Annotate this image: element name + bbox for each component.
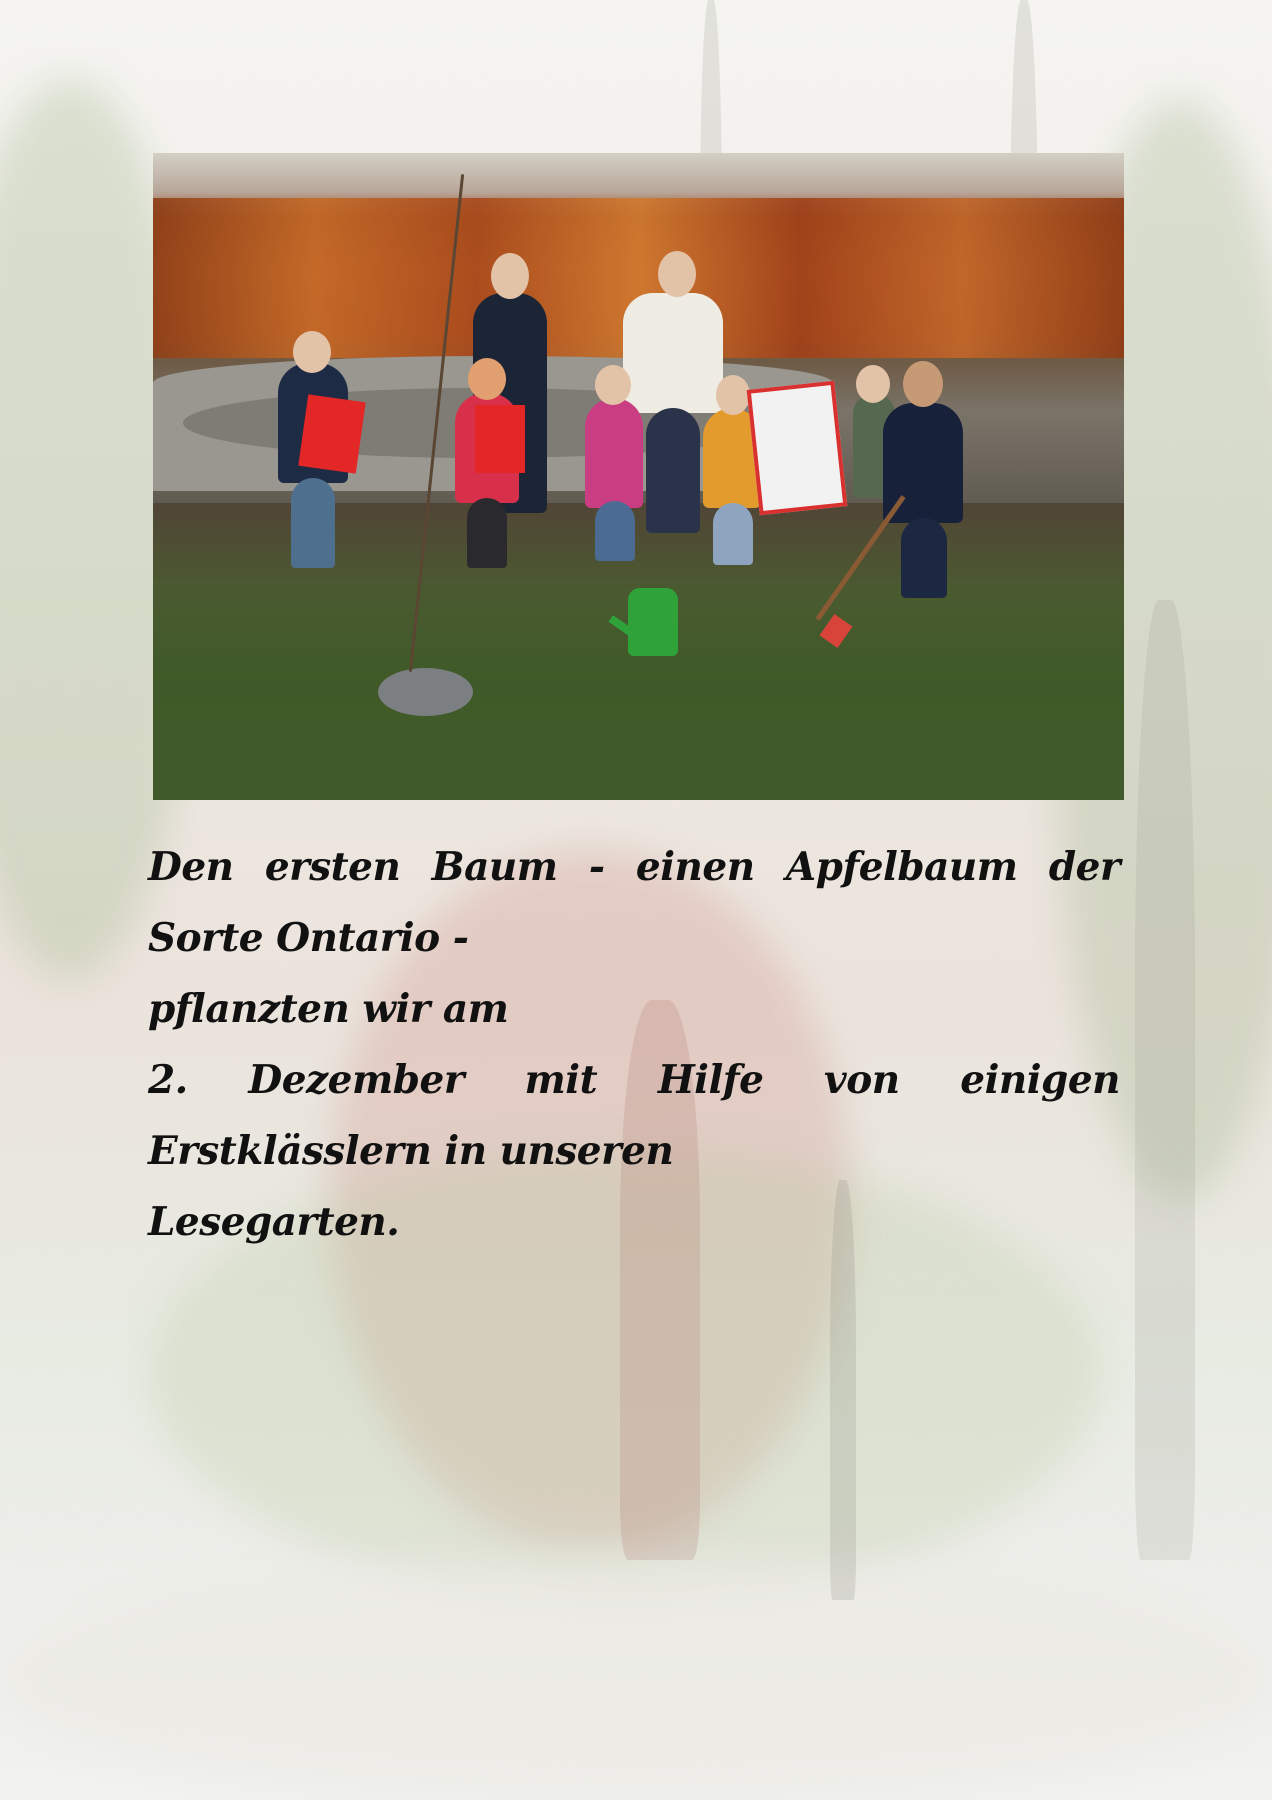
red-sign [475, 405, 525, 473]
poster [746, 380, 848, 516]
puddle [378, 668, 473, 716]
caption-line: 2. Dezember mit Hilfe von einigen Erstkl… [148, 1057, 1121, 1174]
tree-planting-photo [153, 153, 1124, 800]
child [585, 398, 643, 508]
caption-line: pflanzten wir am [148, 986, 509, 1032]
caption-line: Lesegarten. [148, 1199, 400, 1245]
caption-line: Den ersten Baum - einen Apfelbaum der So… [148, 844, 1121, 961]
red-sign [298, 394, 366, 474]
adult-person [623, 293, 723, 413]
watering-can [628, 588, 678, 656]
caption-text: Den ersten Baum - einen Apfelbaum der So… [148, 832, 1121, 1258]
